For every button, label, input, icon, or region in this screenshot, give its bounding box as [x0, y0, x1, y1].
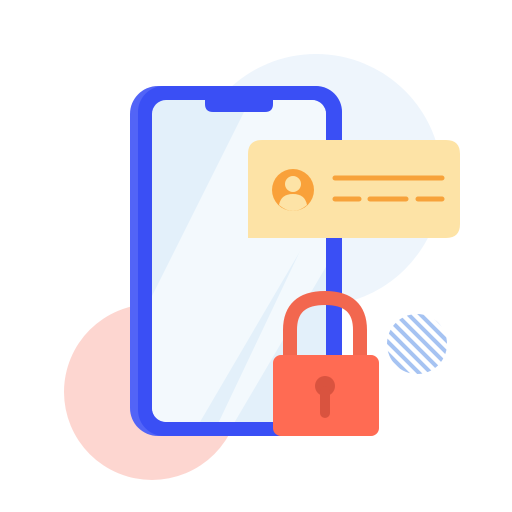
phone-notch: [205, 98, 273, 112]
user-avatar-icon: [272, 169, 314, 211]
profile-card: [248, 140, 460, 238]
phone-security-illustration: [64, 54, 460, 480]
